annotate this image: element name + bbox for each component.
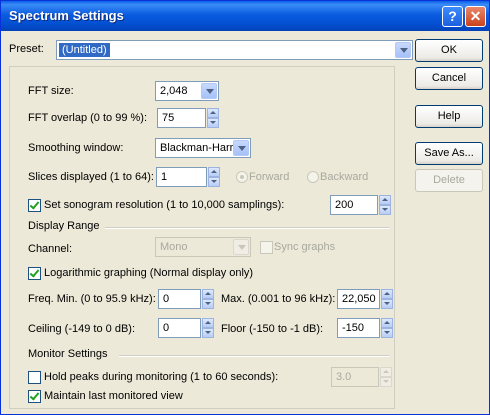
spin-down-icon[interactable] (202, 328, 214, 338)
spin-up-icon[interactable] (208, 167, 220, 177)
preset-label: Preset: (9, 43, 44, 55)
spin-up-icon[interactable] (381, 289, 393, 299)
sonogram-checkbox[interactable] (28, 199, 41, 212)
floor-stepper[interactable]: -150 (337, 318, 393, 338)
maintain-view-checkbox[interactable] (28, 390, 41, 403)
delete-button: Delete (415, 169, 483, 192)
spin-down-icon[interactable] (381, 328, 393, 338)
preset-value: (Untitled) (59, 43, 110, 57)
ceiling-stepper[interactable]: 0 (158, 318, 214, 338)
chevron-down-icon (233, 239, 249, 255)
close-title-button[interactable]: ✕ (465, 6, 486, 27)
spin-up-icon[interactable] (381, 318, 393, 328)
monitor-settings-heading: Monitor Settings (28, 348, 108, 360)
fft-overlap-value[interactable]: 75 (162, 112, 174, 124)
title-bar[interactable]: Spectrum Settings ? ✕ (1, 1, 489, 31)
chevron-down-icon[interactable] (233, 140, 249, 156)
save-as-button[interactable]: Save As... (415, 142, 483, 165)
floor-label: Floor (-150 to -1 dB): (221, 323, 324, 335)
slices-stepper[interactable]: 1 (156, 167, 220, 187)
slices-label: Slices displayed (1 to 64): (28, 171, 154, 183)
spin-down-icon[interactable] (202, 299, 214, 309)
hold-peaks-label: Hold peaks during monitoring (1 to 60 se… (44, 371, 279, 383)
log-graphing-label: Logarithmic graphing (Normal display onl… (44, 267, 254, 279)
freq-max-stepper[interactable]: 22,050 (337, 289, 393, 309)
display-range-heading: Display Range (28, 220, 100, 232)
spin-up-icon[interactable] (379, 195, 391, 205)
divider (105, 227, 389, 229)
dialog-title: Spectrum Settings (9, 8, 124, 23)
spin-down-icon[interactable] (207, 118, 219, 128)
sonogram-label: Set sonogram resolution (1 to 10,000 sam… (44, 199, 285, 211)
smoothing-window-value: Blackman-Harris (160, 142, 242, 154)
spin-down-icon[interactable] (379, 205, 391, 215)
forward-label: Forward (249, 171, 290, 183)
divider (119, 355, 389, 357)
preset-dropdown[interactable]: (Untitled) (56, 40, 413, 60)
spin-down-icon[interactable] (381, 299, 393, 309)
log-graphing-checkbox[interactable] (28, 267, 41, 280)
ok-button[interactable]: OK (415, 39, 483, 62)
channel-value: Mono (160, 241, 188, 253)
spin-down-icon[interactable] (208, 177, 220, 187)
spin-up-icon[interactable] (207, 108, 219, 118)
fft-size-label: FFT size: (28, 85, 74, 97)
sonogram-stepper[interactable]: 200 (330, 195, 391, 215)
fft-overlap-label: FFT overlap (0 to 99 %): (28, 112, 148, 124)
freq-min-stepper[interactable]: 0 (158, 289, 214, 309)
ceiling-value[interactable]: 0 (163, 322, 169, 334)
channel-label: Channel: (28, 243, 73, 255)
help-button[interactable]: Help (415, 105, 483, 128)
spin-up-icon[interactable] (202, 289, 214, 299)
smoothing-window-label: Smoothing window: (28, 142, 124, 154)
freq-max-label: Max. (0.001 to 96 kHz): (221, 293, 336, 305)
chevron-down-icon[interactable] (201, 83, 217, 99)
freq-min-value[interactable]: 0 (163, 293, 169, 305)
slices-value[interactable]: 1 (161, 171, 167, 183)
help-title-button[interactable]: ? (442, 6, 463, 27)
fft-size-value: 2,048 (160, 85, 188, 97)
maintain-view-label: Maintain last monitored view (44, 390, 183, 402)
spin-up-icon (380, 367, 392, 377)
channel-dropdown: Mono (155, 237, 251, 257)
freq-min-label: Freq. Min. (0 to 95.9 kHz): (28, 293, 156, 305)
freq-max-value[interactable]: 22,050 (342, 293, 376, 305)
fft-size-dropdown[interactable]: 2,048 (155, 81, 219, 101)
ceiling-label: Ceiling (-149 to 0 dB): (28, 323, 135, 335)
backward-label: Backward (320, 171, 369, 183)
sonogram-value[interactable]: 200 (335, 199, 353, 211)
chevron-down-icon[interactable] (395, 42, 411, 58)
forward-radio (236, 171, 248, 183)
spin-down-icon (380, 377, 392, 387)
sync-graphs-checkbox (260, 241, 273, 254)
hold-peaks-value: 3.0 (336, 371, 352, 383)
spin-up-icon[interactable] (202, 318, 214, 328)
hold-peaks-stepper: 3.0 (331, 367, 392, 387)
fft-overlap-stepper[interactable]: 75 (157, 108, 219, 128)
sync-graphs-label: Sync graphs (274, 241, 336, 253)
spectrum-settings-dialog: Spectrum Settings ? ✕ Preset: (Untitled)… (0, 0, 490, 415)
hold-peaks-checkbox[interactable] (28, 371, 41, 384)
backward-radio (307, 171, 319, 183)
smoothing-window-dropdown[interactable]: Blackman-Harris (155, 138, 251, 158)
cancel-button[interactable]: Cancel (415, 67, 483, 90)
floor-value[interactable]: -150 (342, 322, 364, 334)
